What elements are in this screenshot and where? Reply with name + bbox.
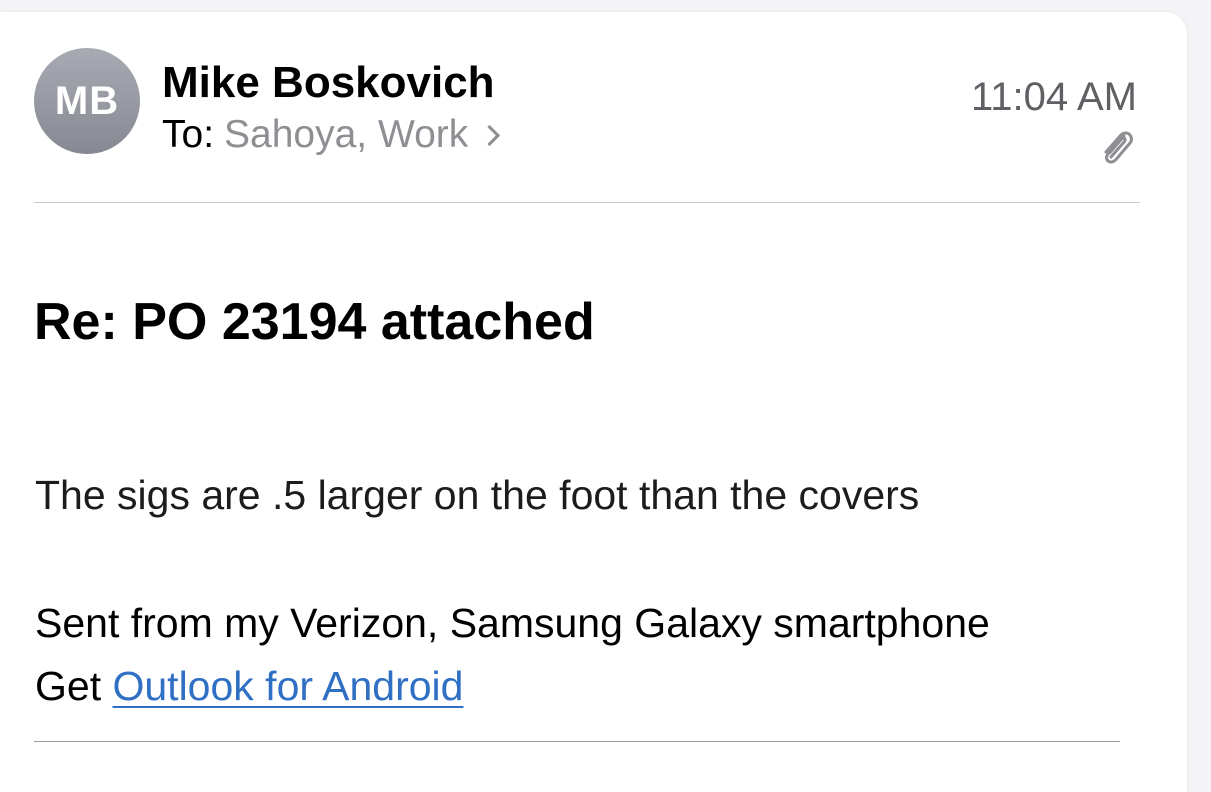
recipients-line[interactable]: To: Sahoya, Work: [162, 112, 501, 158]
footer-divider: [34, 741, 1120, 742]
recipients-list: Sahoya, Work: [224, 113, 469, 156]
avatar-initials: MB: [54, 78, 120, 123]
signature-link-line: Get Outlook for Android: [35, 662, 463, 710]
to-label: To:: [162, 113, 215, 156]
header-divider: [34, 202, 1140, 203]
sender-avatar[interactable]: MB: [34, 48, 140, 154]
signature-prefix: Get: [35, 663, 113, 709]
email-card: MB Mike Boskovich To: Sahoya, Work 11:04…: [0, 12, 1187, 792]
body-text-line: The sigs are .5 larger on the foot than …: [35, 472, 920, 518]
message-time: 11:04 AM: [970, 75, 1137, 119]
sender-name[interactable]: Mike Boskovich: [162, 58, 495, 108]
email-subject: Re: PO 23194 attached: [34, 293, 595, 351]
outlook-for-android-link[interactable]: Outlook for Android: [112, 663, 463, 709]
chevron-right-icon: [479, 124, 501, 146]
signature-line: Sent from my Verizon, Samsung Galaxy sma…: [35, 600, 990, 646]
paperclip-icon: [1104, 131, 1133, 164]
